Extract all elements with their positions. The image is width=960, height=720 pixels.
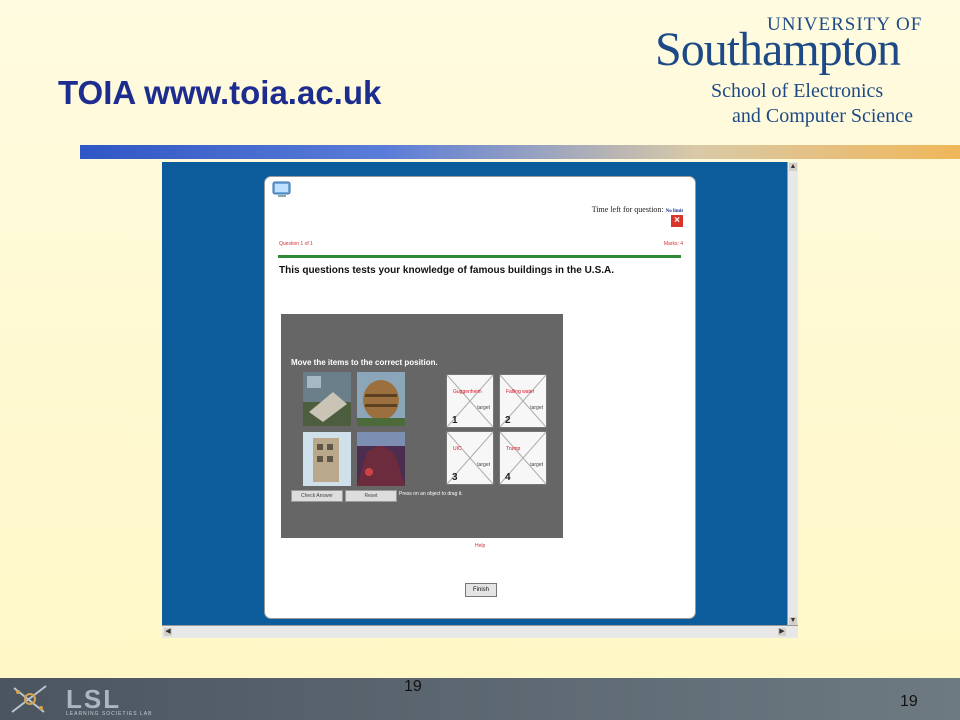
scroll-up-icon[interactable]: ▲ [789,163,797,171]
target-label: Trump [506,446,521,452]
page-number-center: 19 [404,678,422,695]
target-word: target [530,405,543,411]
logo-line-southampton: Southampton [655,23,901,76]
page-number-right: 19 [900,693,918,710]
lsl-subtitle: LEARNING SOCIETIES LAB [66,711,153,717]
drop-target-2[interactable]: Falling water target 2 [499,374,547,428]
progress-bar [278,255,681,258]
target-word: target [530,462,543,468]
close-button[interactable]: × [671,215,683,227]
lsl-logo-icon [11,685,47,713]
drag-drop-area: Move the items to the correct position. [281,314,563,538]
check-answer-button[interactable]: Check Answer [291,490,343,502]
logo-line-department: and Computer Science [732,105,914,127]
target-label: Falling water [506,389,535,395]
quiz-panel: Time left for question: No limit × Quest… [265,177,695,618]
drag-hint: Press on an object to drag it. [399,491,463,497]
timer-value: No limit [665,209,683,214]
university-logo: UNIVERSITY OF Southampton School of Elec… [655,12,945,132]
drop-target-1[interactable]: Guggenheim target 1 [446,374,494,428]
finish-button[interactable]: Finish [465,583,497,597]
target-word: target [477,462,490,468]
target-number: 1 [452,415,458,426]
building-image-4[interactable] [357,432,405,486]
target-word: target [477,405,490,411]
target-number: 4 [505,472,511,483]
slide-title: TOIA www.toia.ac.uk [58,74,382,111]
help-link[interactable]: Help [475,543,485,549]
question-counter: Question 1 of 1 [279,241,313,247]
horizontal-scrollbar[interactable]: ◀ ▶ [162,625,798,638]
building-image-1[interactable] [303,372,351,426]
target-label: UIC [453,446,462,452]
computer-icon [272,181,291,197]
embedded-screenshot: Time left for question: No limit × Quest… [162,162,798,638]
timer-label-text: Time left for question: [591,205,664,214]
question-text: This questions tests your knowledge of f… [279,265,615,276]
logo-line-school: School of Electronics [711,80,884,102]
footer-bar: LSL LEARNING SOCIETIES LAB [0,678,960,720]
title-divider [80,145,960,159]
target-label: Guggenheim [453,389,482,395]
building-image-3[interactable] [303,432,351,486]
target-number: 3 [452,472,458,483]
drop-target-4[interactable]: Trump target 4 [499,431,547,485]
scroll-down-icon[interactable]: ▼ [789,617,797,625]
drop-target-3[interactable]: UIC target 3 [446,431,494,485]
marks-label: Marks: 4 [663,241,683,247]
vertical-scrollbar[interactable]: ▲ ▼ [787,162,798,626]
scroll-left-icon[interactable]: ◀ [164,628,172,636]
scroll-right-icon[interactable]: ▶ [778,628,786,636]
reset-button[interactable]: Reset [345,490,397,502]
building-image-2[interactable] [357,372,405,426]
drag-instruction: Move the items to the correct position. [291,358,438,367]
target-number: 2 [505,415,511,426]
timer-label: Time left for question: No limit [592,205,683,214]
